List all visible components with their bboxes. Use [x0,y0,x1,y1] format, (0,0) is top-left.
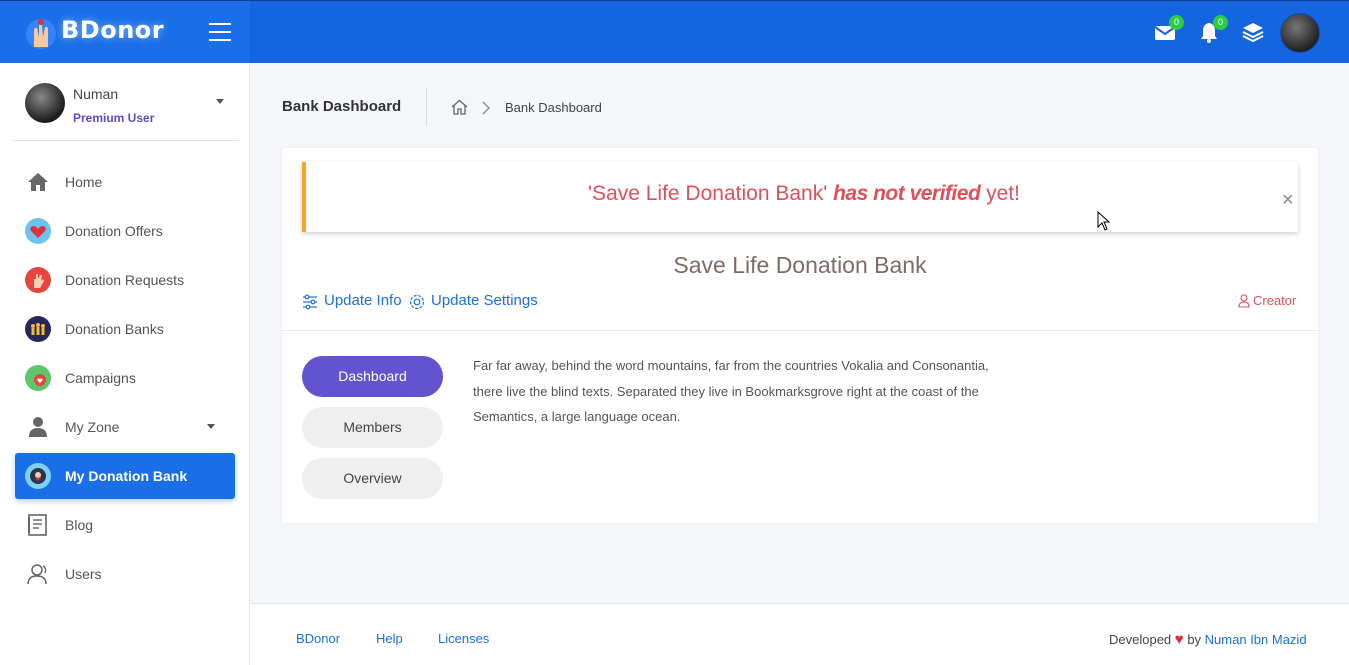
update-settings-label: Update Settings [431,292,538,309]
user-icon [29,417,47,437]
campaign-icon [25,365,51,391]
layers-icon [1242,23,1264,43]
sidebar-item-home[interactable]: Home [15,159,235,205]
people-icon [25,316,51,342]
bank-name: Save Life Donation Bank [673,252,927,278]
logo-hands-icon [26,19,56,49]
sidebar-item-users[interactable]: Users [15,551,235,597]
sidebar-item-campaigns[interactable]: Campaigns [15,355,235,401]
messages-badge: 0 [1169,15,1184,30]
footer-credit: Developed ♥ by Numan Ibn Mazid [1109,631,1307,648]
bank-card: 'Save Life Donation Bank' has not verifi… [282,148,1318,523]
sidebar-item-blog[interactable]: Blog [15,502,235,548]
user-role-badge: Premium User [73,111,155,125]
sidebar-item-label: My Zone [65,419,120,435]
developer-link[interactable]: Numan Ibn Mazid [1205,632,1307,647]
alert-message: 'Save Life Donation Bank' has not verifi… [306,182,1302,206]
notifications-badge: 0 [1213,15,1228,30]
developed-text: Developed [1109,632,1172,647]
sidebar-item-donation-requests[interactable]: Donation Requests [15,257,235,303]
heart-icon: ♥ [1174,631,1184,648]
user-name: Numan [73,86,119,102]
alert-emphasis: has not verified [833,182,981,205]
chevron-right-icon [482,101,490,115]
menu-toggle-icon[interactable] [209,23,231,41]
profile-avatar[interactable] [1280,13,1320,53]
tab-dashboard[interactable]: Dashboard [302,356,443,397]
users-icon [27,564,47,585]
messages-button[interactable]: 0 [1154,15,1184,43]
close-icon[interactable]: × [1282,190,1294,210]
sliders-icon [303,294,317,310]
top-navbar: BDonor 0 0 [0,0,1349,63]
hand-icon [25,267,51,293]
sidebar-item-label: Blog [65,517,94,533]
sidebar-nav: Home Donation Offers Donation Requests D… [15,159,235,600]
update-info-label: Update Info [324,292,402,309]
breadcrumb-divider [426,88,427,126]
bank-icon [25,463,51,489]
layers-button[interactable] [1242,21,1264,43]
brand-name: BDonor [61,16,165,44]
sidebar-item-label: Donation Requests [65,272,185,288]
creator-label: Creator [1253,293,1297,308]
mouse-cursor-icon [1097,211,1111,231]
divider [282,330,1318,331]
notifications-button[interactable]: 0 [1198,15,1228,43]
user-panel: Numan Premium User [12,63,239,141]
sidebar-item-label: Users [65,566,102,582]
avatar [25,83,65,123]
footer-link-licenses[interactable]: Licenses [438,631,489,646]
verification-alert: 'Save Life Donation Bank' has not verifi… [302,162,1298,232]
breadcrumb-current: Bank Dashboard [505,100,602,115]
footer-link-bdonor[interactable]: BDonor [296,631,340,646]
home-icon[interactable] [451,99,468,115]
blog-icon [28,514,47,536]
footer: BDonor Help Licenses Developed ♥ by Numa… [250,603,1349,665]
sidebar-item-my-donation-bank[interactable]: My Donation Bank [15,453,235,499]
sidebar-item-donation-banks[interactable]: Donation Banks [15,306,235,352]
tab-content-text: Far far away, behind the word mountains,… [473,358,989,424]
sidebar-item-label: Donation Banks [65,321,164,337]
page-title: Bank Dashboard [282,98,402,115]
tab-members[interactable]: Members [302,407,443,448]
home-icon [28,173,48,191]
chevron-down-icon[interactable] [216,99,224,104]
sidebar-item-label: My Donation Bank [65,468,188,484]
tab-overview[interactable]: Overview [302,458,443,499]
sidebar-item-label: Donation Offers [65,223,163,239]
sidebar-item-donation-offers[interactable]: Donation Offers [15,208,235,254]
gear-icon [409,294,425,310]
sidebar: Numan Premium User Home Donation Offers … [0,63,250,665]
sidebar-item-my-zone[interactable]: My Zone [15,404,235,450]
sidebar-item-label: Campaigns [65,370,136,386]
sidebar-item-label: Home [65,174,103,190]
alert-prefix: 'Save Life Donation Bank' [588,182,828,205]
brand[interactable]: BDonor [0,1,250,63]
footer-link-help[interactable]: Help [376,631,403,646]
alert-suffix: yet! [986,182,1020,205]
by-text: by [1187,632,1202,647]
user-icon [1238,294,1250,308]
chevron-down-icon [207,424,215,429]
heart-icon [25,218,51,244]
